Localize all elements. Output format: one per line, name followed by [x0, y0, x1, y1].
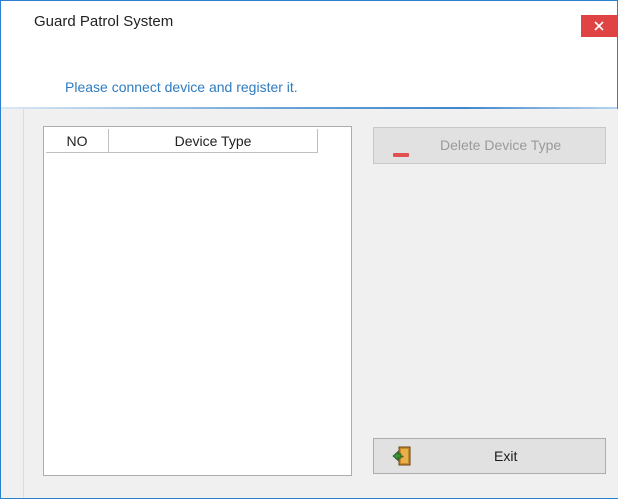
close-icon: [594, 21, 604, 31]
delete-device-type-label: Delete Device Type: [440, 137, 562, 153]
list-header: NO Device Type: [46, 129, 318, 153]
exit-door-icon: [392, 446, 412, 469]
title-bar[interactable]: Guard Patrol System: [1, 1, 617, 45]
column-header-device-type[interactable]: Device Type: [109, 129, 318, 153]
instruction-text: Please connect device and register it.: [65, 79, 298, 95]
instruction-band: Please connect device and register it.: [1, 45, 617, 109]
minus-icon: [393, 144, 409, 160]
window-title: Guard Patrol System: [34, 13, 174, 30]
exit-button[interactable]: Exit: [373, 438, 606, 474]
column-header-no[interactable]: NO: [46, 129, 109, 153]
delete-device-type-button[interactable]: Delete Device Type: [373, 127, 606, 164]
exit-label: Exit: [494, 448, 518, 464]
close-button[interactable]: [581, 15, 617, 37]
device-type-list[interactable]: NO Device Type: [43, 126, 352, 476]
